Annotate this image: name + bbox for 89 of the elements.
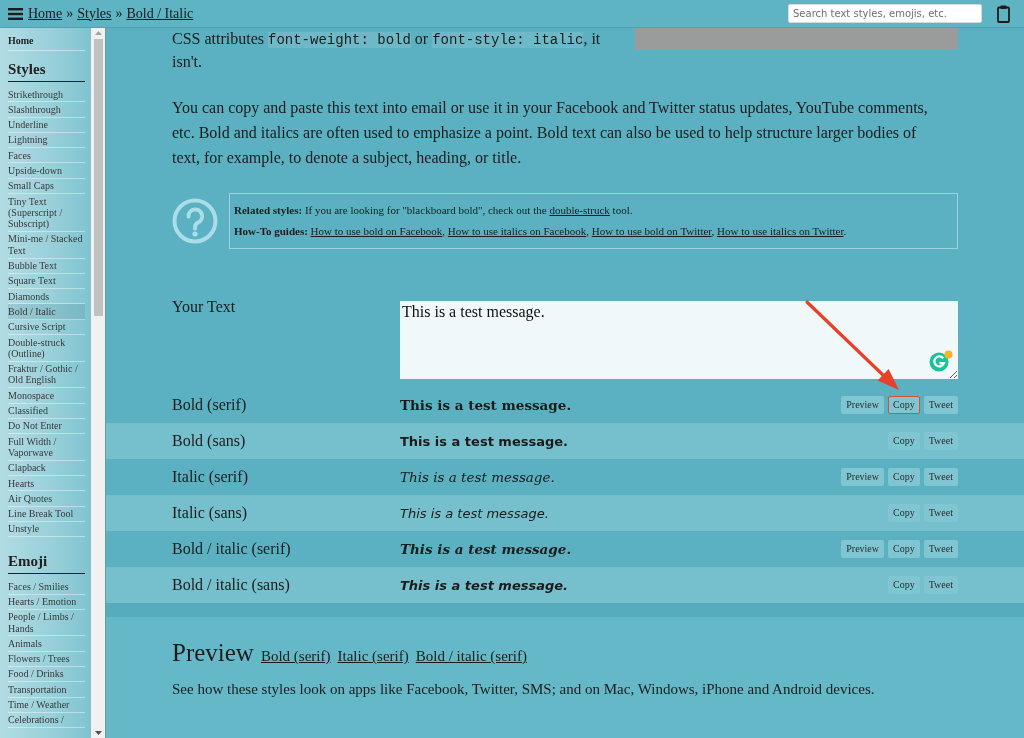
action-button[interactable]: Copy (888, 432, 920, 450)
action-button[interactable]: Preview (841, 540, 885, 558)
scroll-down-icon[interactable] (94, 731, 102, 735)
action-button[interactable]: Tweet (923, 504, 958, 522)
breadcrumb-separator: » (66, 5, 74, 22)
action-button[interactable]: Preview (841, 468, 885, 486)
sidebar-item[interactable]: Underline (8, 117, 85, 133)
sidebar-item[interactable]: Lightning (8, 132, 85, 149)
styled-text: This is a test message. (400, 505, 550, 521)
sidebar-item[interactable]: Upside-down (8, 163, 85, 179)
action-button[interactable]: Copy (888, 468, 920, 486)
sidebar-item[interactable]: Time / Weather (8, 697, 85, 713)
preview-text: See how these styles look on apps like Facebook, Twitter, SMS; and on Mac, Windows, iPhone and Android devices. (172, 680, 876, 699)
intro-text: CSS attributes font-weight: bold or font-style: italic, it isn't. (172, 29, 602, 72)
scrollbar-thumb[interactable] (93, 39, 103, 316)
sidebar-item[interactable]: Do Not Enter (8, 418, 85, 435)
style-label: Italic (sans) (172, 504, 249, 522)
style-label: Bold / italic (sans) (172, 576, 291, 594)
input-label: Your Text (172, 297, 237, 317)
sidebar-item[interactable]: Bubble Text (8, 258, 85, 274)
action-button[interactable]: Tweet (923, 540, 958, 558)
info-link[interactable]: How to use italics on Twitter (717, 225, 844, 237)
preview-heading: Preview (172, 638, 254, 668)
action-button[interactable]: Copy (888, 396, 920, 414)
sidebar-item[interactable]: Line Break Tool (8, 506, 85, 522)
info-link[interactable]: How to use bold on Twitter (591, 225, 712, 237)
sidebar-item[interactable]: Faces / Smilies (8, 579, 85, 595)
sidebar-item[interactable]: Tiny Text (Superscript / Subscript) (8, 194, 85, 232)
info-text: How-To guides: How to use bold on Facebook, How to use italics on Facebook, How to use bold on Twitter, How to use italics on Twitter. (234, 224, 848, 239)
sidebar-item[interactable]: Full Width / Vaporwave (8, 434, 85, 461)
styled-text: This is a test message. (400, 397, 573, 413)
info-link[interactable]: double-struck (549, 204, 610, 216)
sidebar-item[interactable]: Animals (8, 636, 85, 652)
style-label: Bold (serif) (172, 396, 248, 414)
styled-text: This is a test message. (400, 433, 570, 449)
info-text: Related styles: If you are looking for "blackboard bold", check out the double-struck tool. (234, 203, 634, 218)
action-button[interactable]: Copy (888, 540, 920, 558)
breadcrumb-link[interactable]: Styles (77, 5, 112, 22)
action-button[interactable]: Tweet (923, 468, 958, 486)
styled-text: This is a test message. (400, 577, 570, 593)
breadcrumb-separator: » (115, 5, 123, 22)
sidebar-item[interactable]: Clapback (8, 460, 85, 476)
sidebar-item[interactable]: Air Quotes (8, 491, 85, 507)
sidebar-item[interactable]: Strikethrough (8, 87, 85, 103)
breadcrumb-link[interactable]: Home (28, 5, 63, 22)
sidebar-heading: Emoji (8, 552, 85, 575)
styled-text: This is a test message. (400, 469, 556, 485)
action-button[interactable]: Tweet (923, 576, 958, 594)
sidebar-item[interactable]: Transportation (8, 682, 85, 698)
description-text: You can copy and paste this text into email or use it in your Facebook and Twitter status updates, YouTube comments, etc. Bold and italics are often used to emphasize a point. Bold text can also be used to help structure larger bodies of text, for example, to denote a subject, heading, or title. (172, 98, 929, 169)
sidebar-item[interactable]: Classified (8, 403, 85, 419)
sidebar-item[interactable]: Unstyle (8, 521, 85, 538)
search-field[interactable]: Search text styles, emojis, etc. (788, 4, 982, 23)
styled-text: This is a test message. (400, 541, 573, 557)
sidebar-item[interactable]: Hearts / Emotion (8, 594, 85, 610)
sidebar-item[interactable]: Slashthrough (8, 102, 85, 118)
sidebar-item[interactable]: Square Text (8, 273, 85, 290)
breadcrumb-link[interactable]: Bold / Italic (126, 5, 194, 22)
style-label: Italic (serif) (172, 468, 249, 486)
preview-link[interactable]: Italic (serif) (337, 648, 409, 665)
sidebar-item[interactable]: Mini-me / Stacked Text (8, 231, 85, 259)
help-icon (172, 198, 218, 244)
sidebar-item[interactable]: Double-struck (Outline) (8, 335, 85, 362)
sidebar-item[interactable]: Cursive Script (8, 319, 85, 336)
sidebar-item[interactable]: Monospace (8, 388, 85, 404)
sidebar-heading: Styles (8, 60, 85, 82)
sidebar-item[interactable]: Hearts (8, 476, 85, 492)
action-button[interactable]: Copy (888, 504, 920, 522)
action-button[interactable]: Preview (841, 396, 885, 414)
sidebar-item[interactable]: People / Limbs / Hands (8, 609, 85, 637)
sidebar-item[interactable]: Bold / Italic (8, 304, 85, 320)
sidebar-item[interactable]: Food / Drinks (8, 667, 85, 683)
action-button[interactable]: Tweet (923, 432, 958, 450)
sidebar-item[interactable]: Flowers / Trees (8, 651, 85, 667)
clipboard-icon[interactable] (997, 4, 1010, 23)
sidebar-item[interactable]: Celebrations / (8, 712, 85, 729)
preview-link[interactable]: Bold / italic (serif) (415, 648, 527, 665)
preview-link[interactable]: Bold (serif) (260, 648, 331, 665)
text-input[interactable]: This is a test message. (400, 301, 958, 379)
style-label: Bold (sans) (172, 432, 247, 450)
sidebar-item[interactable]: Faces (8, 148, 85, 164)
style-label: Bold / italic (serif) (172, 540, 292, 558)
sidebar-home-link[interactable]: Home (8, 28, 85, 51)
action-button[interactable]: Tweet (923, 396, 958, 414)
sidebar-item[interactable]: Fraktur / Gothic / Old English (8, 361, 85, 389)
menu-icon[interactable] (8, 7, 23, 20)
sidebar-item[interactable]: Small Caps (8, 178, 85, 195)
sidebar-item[interactable]: Diamonds (8, 289, 85, 305)
action-button[interactable]: Copy (888, 576, 920, 594)
